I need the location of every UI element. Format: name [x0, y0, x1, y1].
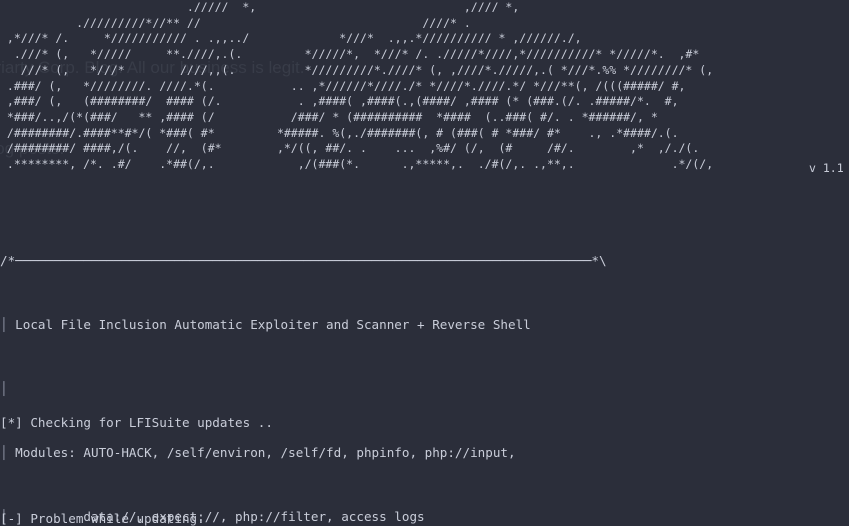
info-box-top-right-marker: *\	[591, 253, 607, 268]
console-output: [*] Checking for LFISuite updates .. [-]…	[0, 383, 273, 526]
info-box-row: │ Local File Inclusion Automatic Exploit…	[0, 317, 607, 333]
info-box-top-left-marker: /*	[0, 253, 16, 268]
version-label: v 1.1	[809, 161, 844, 175]
terminal-window: oriarty Corp. Blog. All our business is …	[0, 0, 849, 526]
status-update-problem: [-] Problem while updating.	[0, 511, 205, 526]
lfisuite-ascii-banner: .///// *, ,//// *, ./////////*//** // //…	[6, 0, 714, 172]
status-checking-updates: [*] Checking for LFISuite updates ..	[0, 415, 273, 430]
info-box-description: Local File Inclusion Automatic Exploiter…	[7, 317, 531, 332]
info-box-left-bar: │	[0, 317, 8, 332]
info-box-top-border: /*──────────────────────────────────────…	[0, 253, 607, 269]
info-box-top-rule: ────────────────────────────────────────…	[15, 253, 592, 268]
output-spacer	[0, 463, 273, 479]
